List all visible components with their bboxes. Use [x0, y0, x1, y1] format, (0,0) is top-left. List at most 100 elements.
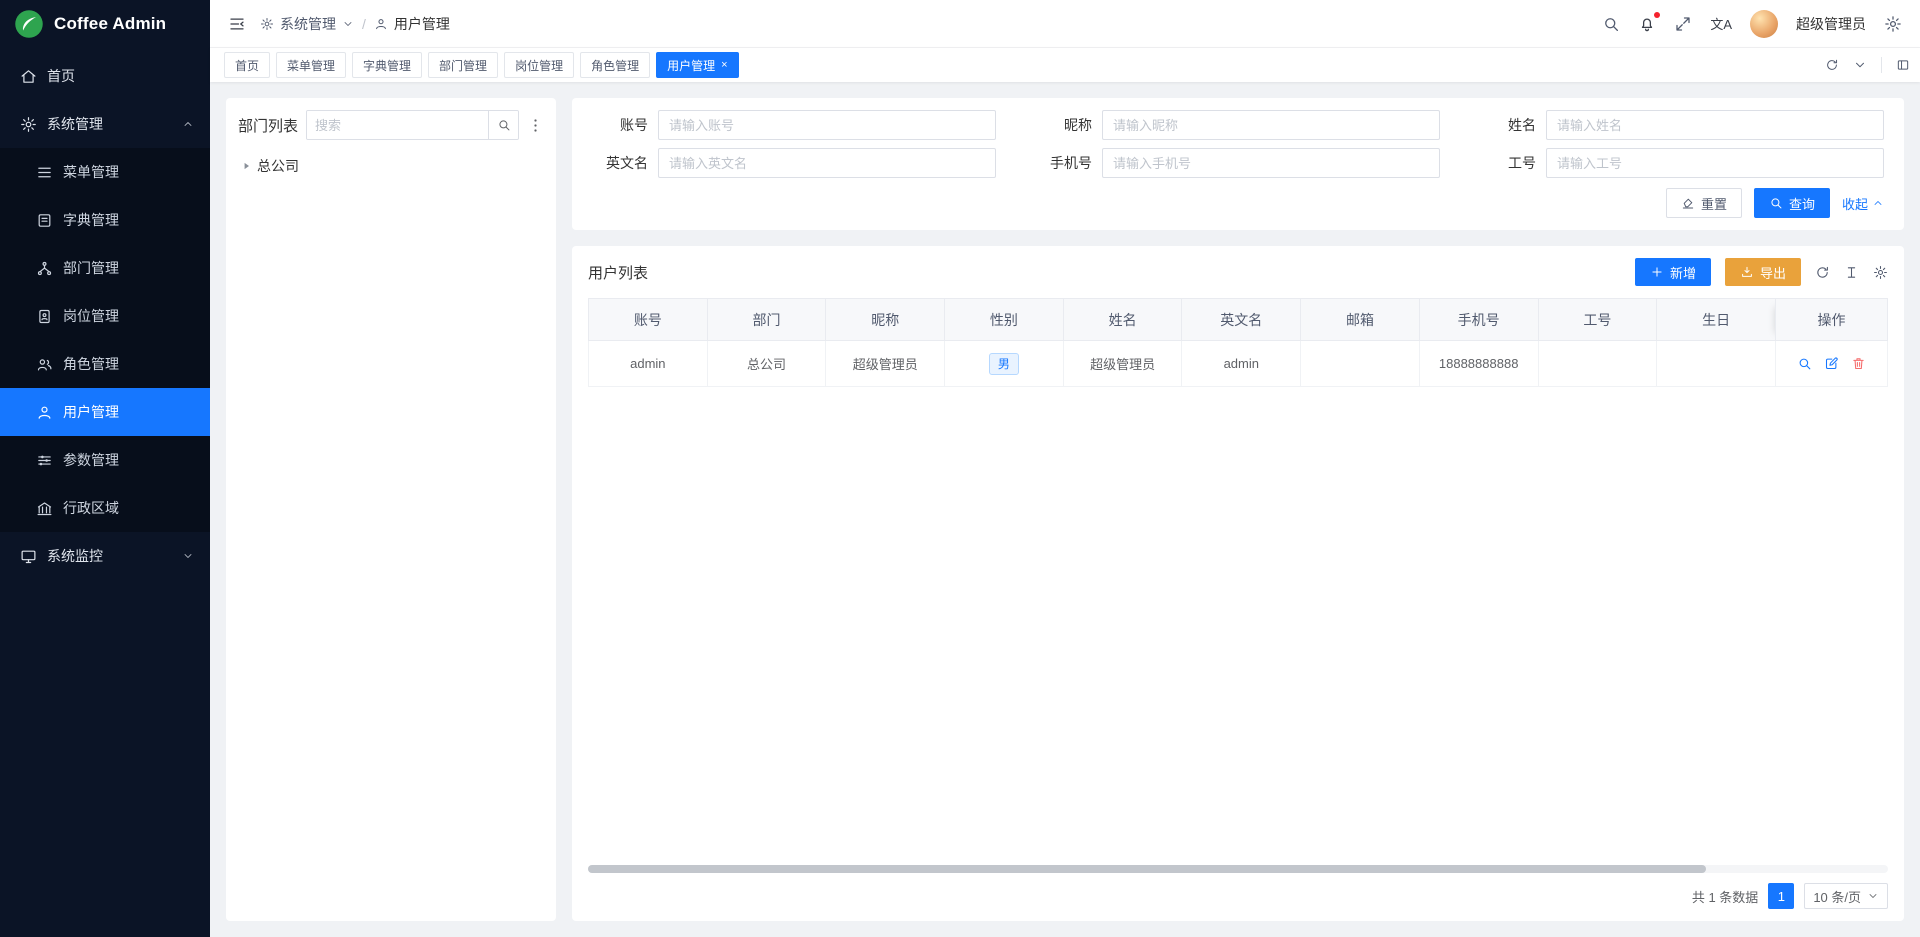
department-panel-title: 部门列表	[238, 115, 298, 136]
sidebar-item-system[interactable]: 系统管理	[0, 100, 210, 148]
english-name-input[interactable]	[658, 148, 996, 178]
column-size-icon[interactable]	[1844, 265, 1859, 280]
reset-button[interactable]: 重置	[1666, 188, 1742, 218]
org-tree-icon	[36, 260, 53, 277]
sidebar-item-role-mgmt[interactable]: 角色管理	[0, 340, 210, 388]
page-size-select[interactable]: 10 条/页	[1804, 883, 1888, 909]
tab-dept-mgmt[interactable]: 部门管理	[428, 52, 498, 78]
sidebar: Coffee Admin 首页 系统管理 菜单管理 字典管理 部门管理	[0, 0, 210, 937]
name-input[interactable]	[1546, 110, 1884, 140]
user-icon	[374, 17, 388, 31]
sidebar-item-menu-mgmt[interactable]: 菜单管理	[0, 148, 210, 196]
department-panel-header: 部门列表	[238, 110, 544, 140]
sidebar-item-label: 首页	[47, 66, 75, 86]
tab-post-mgmt[interactable]: 岗位管理	[504, 52, 574, 78]
sidebar-item-home[interactable]: 首页	[0, 52, 210, 100]
close-icon[interactable]: ×	[721, 60, 727, 71]
tab-label: 菜单管理	[287, 57, 335, 74]
collapse-sidebar-icon[interactable]	[228, 15, 246, 33]
search-icon	[1769, 196, 1783, 210]
search-filter-card: 账号 昵称 姓名 英文名	[572, 98, 1904, 230]
department-search-group	[306, 110, 519, 140]
breadcrumb-level2: 用户管理	[394, 14, 450, 34]
tab-label: 部门管理	[439, 57, 487, 74]
refresh-icon[interactable]	[1825, 58, 1839, 72]
sidebar-item-label: 行政区域	[63, 498, 119, 518]
layout-icon[interactable]	[1896, 58, 1910, 72]
fullscreen-icon[interactable]	[1674, 15, 1692, 33]
scrollbar-thumb[interactable]	[588, 865, 1706, 873]
sidebar-item-dict-mgmt[interactable]: 字典管理	[0, 196, 210, 244]
edit-icon[interactable]	[1824, 356, 1839, 371]
chevron-down-icon[interactable]	[1853, 58, 1867, 72]
breadcrumb: 系统管理 / 用户管理	[260, 14, 450, 34]
users-icon	[36, 356, 53, 373]
sidebar-item-dept-mgmt[interactable]: 部门管理	[0, 244, 210, 292]
department-search-input[interactable]	[307, 111, 488, 139]
add-button[interactable]: 新增	[1635, 258, 1711, 286]
user-table: 账号 部门 昵称 性别 姓名 英文名 邮箱 手机号 工号 生日 操作	[588, 298, 1888, 387]
table-row: admin 总公司 超级管理员 男 超级管理员 admin 1888888888…	[589, 341, 1888, 387]
search-icon	[497, 118, 511, 132]
settings-gear-icon[interactable]	[1884, 15, 1902, 33]
filter-actions: 重置 查询 收起	[592, 188, 1884, 218]
tab-controls	[1811, 57, 1910, 73]
delete-icon[interactable]	[1851, 356, 1866, 371]
collapse-filter-link[interactable]: 收起	[1842, 194, 1884, 213]
cell-account: admin	[589, 341, 708, 387]
notifications-button[interactable]	[1638, 15, 1656, 33]
caret-right-icon[interactable]	[240, 160, 252, 172]
search-icon[interactable]	[1602, 15, 1620, 33]
phone-input[interactable]	[1102, 148, 1440, 178]
sidebar-item-label: 用户管理	[63, 402, 119, 422]
tab-label: 角色管理	[591, 57, 639, 74]
breadcrumb-level1[interactable]: 系统管理	[280, 14, 336, 34]
tab-home[interactable]: 首页	[224, 52, 270, 78]
chevron-up-icon	[1872, 197, 1884, 209]
search-button-label: 查询	[1789, 194, 1815, 213]
tab-menu-mgmt[interactable]: 菜单管理	[276, 52, 346, 78]
nickname-input[interactable]	[1102, 110, 1440, 140]
page-size-value: 10 条/页	[1813, 887, 1861, 906]
sidebar-item-post-mgmt[interactable]: 岗位管理	[0, 292, 210, 340]
bank-icon	[36, 500, 53, 517]
sidebar-item-label: 岗位管理	[63, 306, 119, 326]
department-more-button[interactable]	[527, 117, 544, 134]
app-logo[interactable]: Coffee Admin	[0, 0, 210, 48]
sidebar-item-region-mgmt[interactable]: 行政区域	[0, 484, 210, 532]
tab-label: 岗位管理	[515, 57, 563, 74]
sidebar-item-label: 系统管理	[47, 114, 103, 134]
table-settings-gear-icon[interactable]	[1873, 265, 1888, 280]
sidebar-item-param-mgmt[interactable]: 参数管理	[0, 436, 210, 484]
page-button-1[interactable]: 1	[1768, 883, 1794, 909]
header-name: 姓名	[1063, 299, 1182, 341]
tab-user-mgmt[interactable]: 用户管理 ×	[656, 52, 738, 78]
department-search-button[interactable]	[488, 111, 518, 139]
sidebar-item-user-mgmt[interactable]: 用户管理	[0, 388, 210, 436]
account-input[interactable]	[658, 110, 996, 140]
filter-label: 姓名	[1480, 115, 1536, 135]
id-badge-icon	[36, 308, 53, 325]
tree-item-root[interactable]: 总公司	[238, 152, 544, 180]
export-button[interactable]: 导出	[1725, 258, 1801, 286]
cell-birthday	[1657, 341, 1776, 387]
collapse-link-label: 收起	[1842, 194, 1868, 213]
sidebar-item-monitor[interactable]: 系统监控	[0, 532, 210, 580]
cell-gender: 男	[945, 341, 1064, 387]
view-icon[interactable]	[1797, 356, 1812, 371]
content: 部门列表 总公司	[210, 82, 1920, 937]
divider	[1881, 57, 1882, 73]
refresh-icon[interactable]	[1815, 265, 1830, 280]
chevron-down-icon	[1867, 890, 1879, 902]
sidebar-item-label: 字典管理	[63, 210, 119, 230]
work-no-input[interactable]	[1546, 148, 1884, 178]
tab-dict-mgmt[interactable]: 字典管理	[352, 52, 422, 78]
sidebar-item-label: 角色管理	[63, 354, 119, 374]
chevron-up-icon	[182, 118, 194, 130]
tab-role-mgmt[interactable]: 角色管理	[580, 52, 650, 78]
search-button[interactable]: 查询	[1754, 188, 1830, 218]
translate-icon[interactable]: 文A	[1710, 14, 1732, 33]
avatar[interactable]	[1750, 10, 1778, 38]
filter-field-phone: 手机号	[1036, 148, 1440, 178]
username[interactable]: 超级管理员	[1796, 14, 1866, 34]
